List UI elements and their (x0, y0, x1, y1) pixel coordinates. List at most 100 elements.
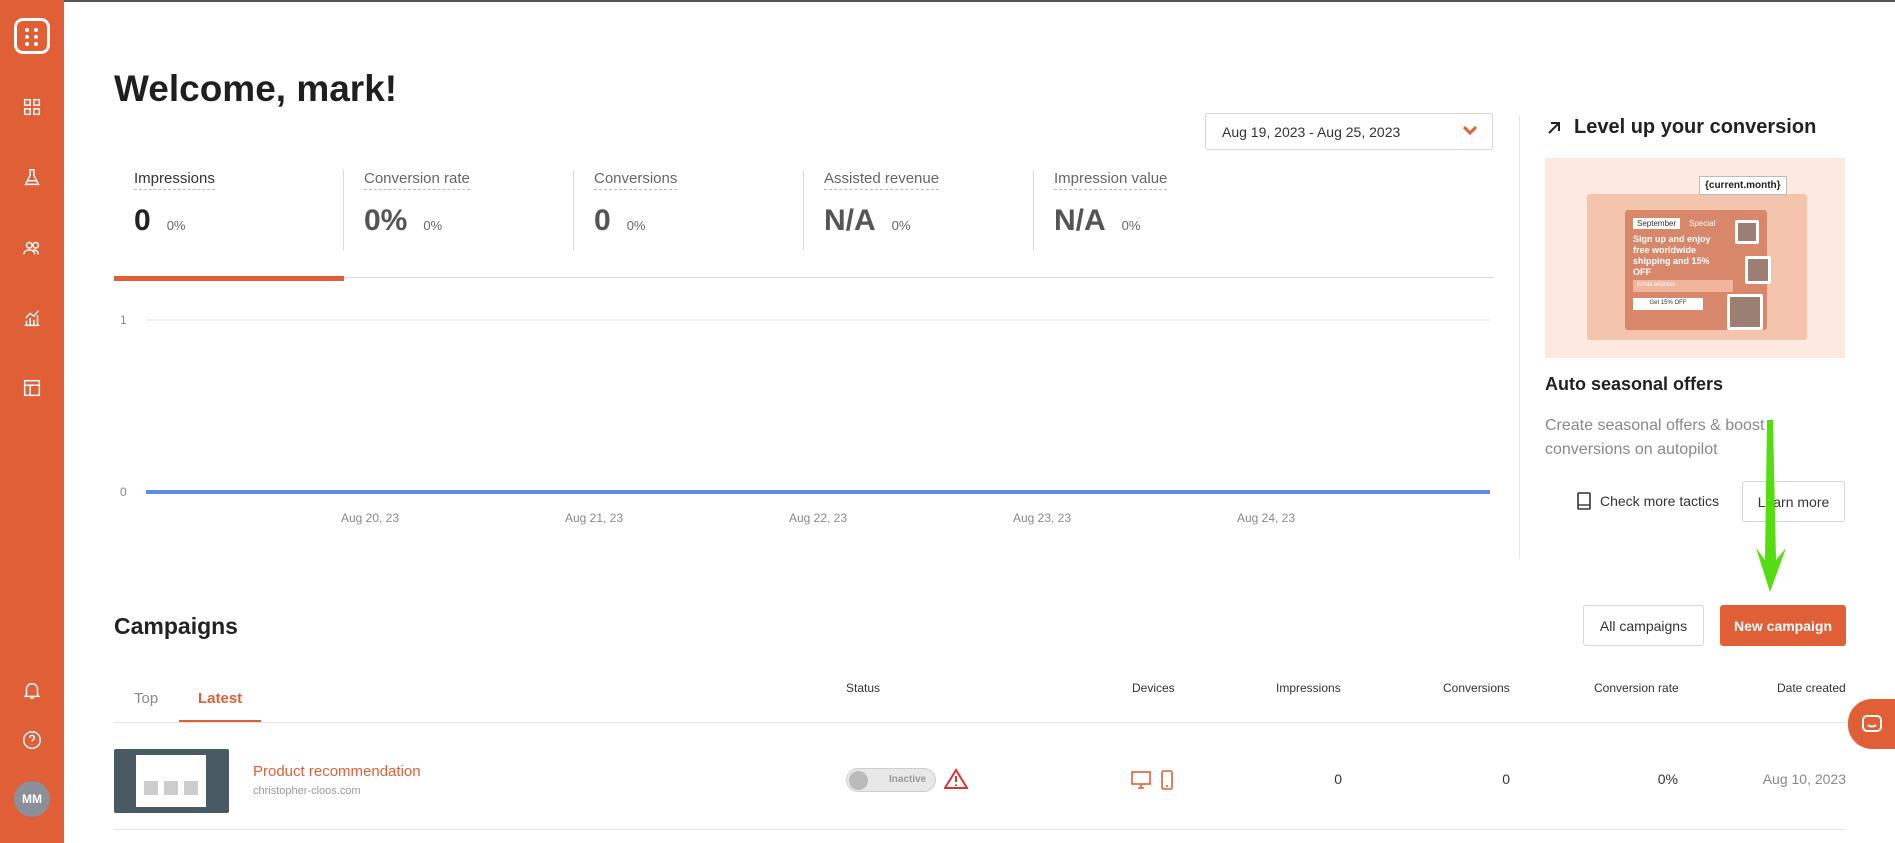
conversions-value: 0 (1502, 771, 1510, 787)
metric-divider (573, 170, 574, 250)
chat-launcher-button[interactable] (1848, 699, 1895, 749)
warning-icon[interactable] (944, 768, 968, 790)
book-icon (1577, 492, 1591, 510)
metric-label: Impressions (134, 170, 215, 190)
offer-description: Create seasonal offers & boost conversio… (1545, 417, 1765, 458)
sidebar-item-templates[interactable] (20, 376, 44, 400)
x-tick-label: Aug 22, 23 (789, 511, 847, 525)
sidebar: MM (0, 0, 64, 843)
metric-label: Conversion rate (364, 170, 470, 190)
date-created-value: Aug 10, 2023 (1762, 771, 1846, 787)
metric-value: 0% (364, 204, 408, 237)
flask-icon (24, 169, 40, 186)
help-icon (23, 731, 41, 749)
level-up-title-text: Level up your conversion (1574, 116, 1817, 138)
metric-value: N/A (1054, 204, 1106, 237)
metric-card[interactable]: Conversions 0 0% (574, 170, 804, 252)
chevron-down-icon (1462, 125, 1478, 136)
metric-change: 0% (1121, 218, 1141, 233)
y-tick-label: 0 (120, 485, 127, 499)
thumbnail-preview (136, 755, 206, 807)
preview-month: September (1633, 218, 1681, 229)
all-campaigns-button[interactable]: All campaigns (1583, 605, 1704, 646)
metrics-active-indicator (114, 276, 344, 281)
analytics-icon (24, 310, 40, 327)
impressions-chart: 1 0 Aug 20, 23 Aug 21, 23 Aug 22, 23 Aug 23, … (110, 305, 1500, 535)
new-campaign-button[interactable]: New campaign (1720, 605, 1846, 646)
metric-value: 0 (134, 204, 151, 237)
metric-card[interactable]: Impression value N/A 0% (1034, 170, 1264, 252)
seasonal-offer-preview[interactable]: {current.month} September Special Sign u… (1545, 158, 1845, 358)
metric-value: N/A (824, 204, 876, 237)
metric-value-row: 0% 0% (364, 204, 574, 238)
offer-title: Auto seasonal offers (1545, 374, 1724, 394)
sidebar-item-dashboard[interactable] (20, 95, 44, 119)
impressions-value: 0 (1334, 771, 1342, 787)
metrics-row: Impressions 0 0% Conversion rate 0% 0% Convers… (114, 168, 1494, 278)
users-icon (23, 241, 40, 255)
chart-svg: 1 0 Aug 20, 23 Aug 21, 23 Aug 22, 23 Aug 23, … (120, 313, 1490, 525)
dashboard-icon (23, 98, 41, 116)
tab-top[interactable]: Top (134, 690, 158, 707)
metric-divider (343, 170, 344, 250)
metric-label: Assisted revenue (824, 170, 940, 190)
x-tick-label: Aug 21, 23 (565, 511, 623, 525)
campaign-thumbnail[interactable] (114, 749, 229, 813)
campaign-domain: christopher-cloos.com (253, 785, 361, 797)
x-tick-label: Aug 24, 23 (1237, 511, 1295, 525)
window-top-border (0, 0, 1895, 2)
metric-change: 0% (626, 218, 646, 233)
table-row-divider (114, 829, 1845, 830)
toggle-knob (849, 771, 868, 790)
sidebar-item-analytics[interactable] (20, 306, 44, 330)
preview-cta: Get 15% OFF (1633, 298, 1703, 310)
tab-latest[interactable]: Latest (198, 690, 242, 707)
preview-photo (1735, 220, 1759, 244)
date-range-picker[interactable]: Aug 19, 2023 - Aug 25, 2023 (1205, 113, 1493, 150)
annotation-arrow-icon (1756, 420, 1786, 592)
grid-dots-logo-icon (25, 28, 39, 46)
panel-divider (1519, 116, 1520, 559)
current-month-tag: {current.month} (1699, 176, 1787, 195)
level-up-title: Level up your conversion (1546, 116, 1816, 139)
metric-card[interactable]: Conversion rate 0% 0% (344, 170, 574, 252)
sidebar-item-help[interactable] (20, 728, 44, 752)
column-header-status: Status (846, 681, 881, 695)
status-label: Inactive (889, 774, 927, 785)
metric-card[interactable]: Impressions 0 0% (114, 170, 344, 252)
sidebar-item-audience[interactable] (20, 236, 44, 260)
sidebar-item-experiments[interactable] (20, 166, 44, 190)
layout-icon (23, 379, 41, 397)
app-logo[interactable] (14, 18, 50, 54)
table-header-divider (114, 722, 1845, 723)
preview-email-field: Email address (1633, 280, 1733, 292)
metric-divider (803, 170, 804, 250)
x-tick-label: Aug 23, 23 (1013, 511, 1071, 525)
metric-change: 0% (423, 218, 443, 233)
date-range-value: Aug 19, 2023 - Aug 25, 2023 (1222, 124, 1401, 140)
metric-change: 0% (166, 218, 186, 233)
metric-label: Conversions (594, 170, 678, 190)
metric-card[interactable]: Assisted revenue N/A 0% (804, 170, 1034, 252)
campaigns-title: Campaigns (114, 613, 238, 639)
user-avatar[interactable]: MM (14, 781, 50, 817)
check-tactics-link[interactable]: Check more tactics (1576, 491, 1719, 511)
x-tick-label: Aug 20, 23 (341, 511, 399, 525)
preview-photo (1727, 294, 1763, 330)
column-header-impressions: Impressions (1276, 681, 1341, 695)
metric-value: 0 (594, 204, 611, 237)
campaign-name-link[interactable]: Product recommendation (253, 763, 421, 780)
column-header-devices: Devices (1132, 681, 1175, 695)
metric-divider (1033, 170, 1034, 250)
y-tick-label: 1 (120, 313, 127, 327)
column-header-date-created: Date created (1777, 681, 1846, 695)
metric-value-row: 0 0% (134, 204, 344, 238)
chat-icon (1861, 715, 1882, 732)
page-title: Welcome, mark! (114, 68, 398, 109)
desktop-icon (1131, 771, 1151, 789)
arrow-up-right-icon (1548, 121, 1560, 134)
status-toggle[interactable]: Inactive (846, 768, 936, 792)
column-header-conversion-rate: Conversion rate (1594, 681, 1679, 695)
sidebar-item-notifications[interactable] (20, 678, 44, 702)
column-header-conversions: Conversions (1443, 681, 1510, 695)
